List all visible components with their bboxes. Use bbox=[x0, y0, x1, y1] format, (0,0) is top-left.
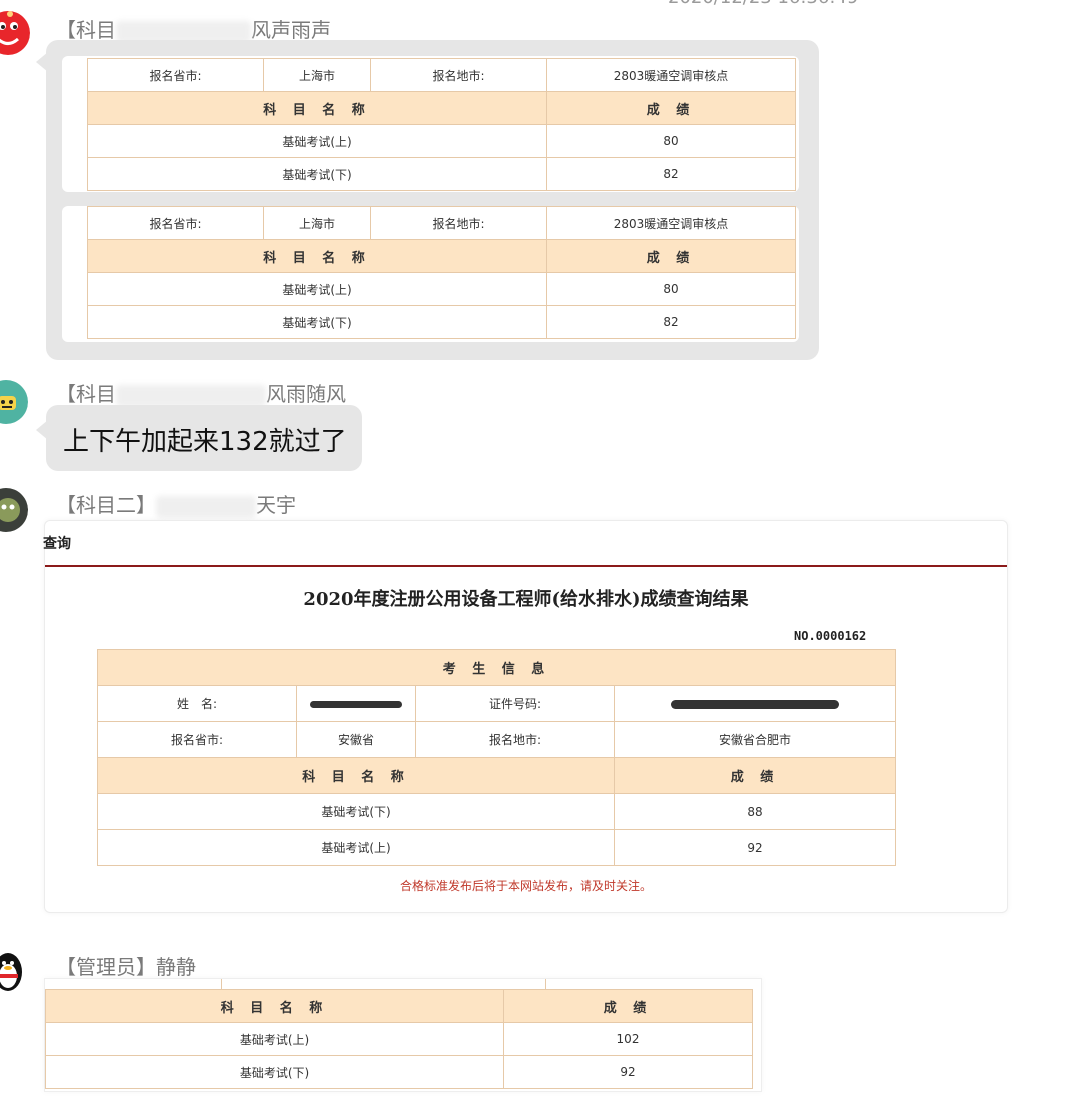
score-cell: 88 bbox=[613, 793, 897, 830]
score-cell: 80 bbox=[546, 272, 796, 306]
name-label: 姓 名: bbox=[97, 685, 297, 722]
name-value-redacted bbox=[296, 685, 416, 722]
red-mascot-icon bbox=[0, 11, 30, 55]
message-text: 上下午加起来132就过了 bbox=[63, 427, 347, 457]
subject-header: 科 目 名 称 bbox=[97, 757, 615, 794]
redacted-sender-id bbox=[156, 495, 256, 518]
sender-name-prefix: 【科目二】 bbox=[56, 493, 156, 517]
sender-name: 【管理员】静静 bbox=[56, 955, 196, 979]
subject-header: 科 目 名 称 bbox=[87, 239, 547, 273]
qq-penguin-icon bbox=[0, 953, 22, 991]
subject-cell: 基础考试(上) bbox=[97, 829, 615, 866]
province-label: 报名省市: bbox=[97, 721, 297, 758]
score-table: 科 目 名 称 成 绩 基础考试(上) 102 基础考试(下) 92 bbox=[45, 989, 753, 1089]
subject-cell: 基础考试(下) bbox=[87, 305, 547, 339]
table-top-fragment bbox=[221, 979, 546, 989]
query-header-bar: 查询 bbox=[43, 521, 1007, 567]
table-row: 基础考试(下) 92 bbox=[45, 1055, 753, 1089]
sender-name-suffix: 天宇 bbox=[256, 493, 296, 517]
subject-cell: 基础考试(上) bbox=[87, 124, 547, 158]
city-value: 安徽省合肥市 bbox=[613, 721, 897, 758]
score-cell: 82 bbox=[546, 157, 796, 191]
subject-cell: 基础考试(上) bbox=[87, 272, 547, 306]
table-row: 基础考试(下) 82 bbox=[87, 157, 796, 191]
candidate-info-header: 考 生 信 息 bbox=[96, 649, 897, 686]
avatar-cartoon[interactable] bbox=[0, 378, 28, 426]
score-table: 报名省市: 上海市 报名地市: 2803暖通空调审核点 科 目 名 称 成 绩 … bbox=[87, 206, 796, 339]
sender-name: 【科目 风雨随风 bbox=[56, 378, 346, 407]
score-cell: 80 bbox=[546, 124, 796, 158]
score-query-result-image[interactable]: 查询 2020年度注册公用设备工程师(给水排水)成绩查询结果 NO.000016… bbox=[43, 520, 1008, 913]
qualification-note: 合格标准发布后将于本网站发布，请及时关注。 bbox=[399, 879, 652, 893]
result-number: NO.0000162 bbox=[794, 629, 867, 643]
sender-name-prefix: 【科目 bbox=[56, 382, 116, 406]
score-header: 成 绩 bbox=[503, 989, 753, 1023]
province-value: 上海市 bbox=[263, 206, 371, 240]
city-value: 2803暖通空调审核点 bbox=[546, 58, 796, 92]
sender-name: 【科目二】 天宇 bbox=[56, 489, 296, 518]
sender-name-suffix: 风雨随风 bbox=[266, 382, 346, 406]
province-label: 报名省市: bbox=[87, 58, 264, 92]
score-header: 成 绩 bbox=[546, 239, 796, 273]
subject-cell: 基础考试(下) bbox=[45, 1055, 504, 1089]
redacted-sender-id bbox=[116, 384, 266, 407]
result-title: 2020年度注册公用设备工程师(给水排水)成绩查询结果 bbox=[303, 589, 749, 610]
table-row: 基础考试(上) 92 bbox=[97, 829, 897, 866]
subject-header: 科 目 名 称 bbox=[87, 91, 547, 125]
result-table-image-1[interactable]: 报名省市: 上海市 报名地市: 2803暖通空调审核点 科 目 名 称 成 绩 … bbox=[62, 56, 799, 192]
avatar-qq-penguin[interactable] bbox=[0, 948, 26, 994]
result-table-image-2[interactable]: 报名省市: 上海市 报名地市: 2803暖通空调审核点 科 目 名 称 成 绩 … bbox=[62, 206, 799, 342]
table-row: 基础考试(上) 80 bbox=[87, 272, 796, 306]
score-table: 报名省市: 上海市 报名地市: 2803暖通空调审核点 科 目 名 称 成 绩 … bbox=[87, 58, 796, 191]
avatar-red-mascot[interactable] bbox=[0, 8, 30, 58]
province-value: 安徽省 bbox=[296, 721, 416, 758]
city-label: 报名地市: bbox=[415, 721, 615, 758]
table-row: 基础考试(上) 80 bbox=[87, 124, 796, 158]
score-header: 成 绩 bbox=[546, 91, 796, 125]
admin-score-table-image[interactable]: 科 目 名 称 成 绩 基础考试(上) 102 基础考试(下) 92 bbox=[44, 978, 762, 1092]
subject-cell: 基础考试(上) bbox=[45, 1022, 504, 1056]
score-cell: 102 bbox=[503, 1022, 753, 1056]
subject-cell: 基础考试(下) bbox=[87, 157, 547, 191]
image-message-bubble[interactable]: 报名省市: 上海市 报名地市: 2803暖通空调审核点 科 目 名 称 成 绩 … bbox=[46, 40, 819, 360]
score-cell: 92 bbox=[503, 1055, 753, 1089]
score-cell: 92 bbox=[613, 829, 897, 866]
candidate-score-table: 考 生 信 息 姓 名: 证件号码: 报名省市: 安徽省 报名地市: 安徽省合肥… bbox=[96, 649, 897, 866]
subject-header: 科 目 名 称 bbox=[45, 989, 504, 1023]
sender-name-suffix: 风声雨声 bbox=[251, 18, 331, 42]
score-cell: 82 bbox=[546, 305, 796, 339]
cartoon-face-icon bbox=[0, 380, 28, 424]
query-header-label: 查询 bbox=[43, 536, 71, 552]
id-label: 证件号码: bbox=[415, 685, 615, 722]
subject-cell: 基础考试(下) bbox=[97, 793, 615, 830]
id-value-redacted bbox=[613, 685, 897, 722]
top-timestamp: 2020/12/23 16:36:49 bbox=[668, 0, 858, 8]
text-message-bubble[interactable]: 上下午加起来132就过了 bbox=[46, 405, 362, 471]
province-label: 报名省市: bbox=[87, 206, 264, 240]
sender-name-prefix: 【科目 bbox=[56, 18, 116, 42]
city-label: 报名地市: bbox=[370, 58, 547, 92]
sender-name: 【科目 风声雨声 bbox=[56, 14, 331, 43]
table-row: 基础考试(下) 82 bbox=[87, 305, 796, 339]
city-value: 2803暖通空调审核点 bbox=[546, 206, 796, 240]
table-row: 基础考试(下) 88 bbox=[97, 793, 897, 830]
score-header: 成 绩 bbox=[613, 757, 897, 794]
city-label: 报名地市: bbox=[370, 206, 547, 240]
province-value: 上海市 bbox=[263, 58, 371, 92]
avatar-dragon[interactable] bbox=[0, 486, 28, 534]
dragon-avatar-icon bbox=[0, 488, 28, 532]
table-row: 基础考试(上) 102 bbox=[45, 1022, 753, 1056]
